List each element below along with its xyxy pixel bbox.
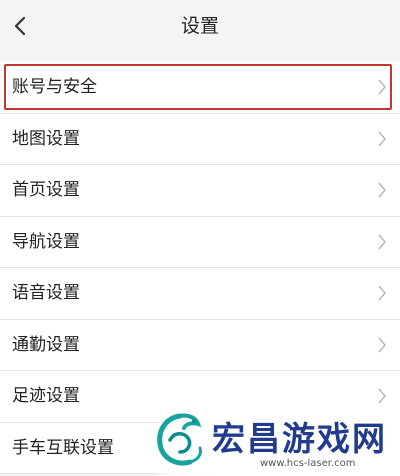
chevron-right-icon (378, 131, 386, 146)
settings-item-navigation[interactable]: 导航设置 (0, 216, 400, 268)
dragon-logo-icon (157, 413, 202, 466)
settings-item-home[interactable]: 首页设置 (0, 165, 400, 217)
chevron-right-icon (378, 182, 386, 198)
settings-item-label: 语音设置 (12, 283, 80, 303)
settings-item-label: 通勤设置 (12, 334, 80, 355)
settings-item-label: 首页设置 (12, 180, 80, 200)
watermark-brand: 宏昌游戏网 (212, 419, 387, 458)
chevron-right-icon (378, 388, 386, 404)
settings-item-map[interactable]: 地图设置 (0, 113, 400, 165)
chevron-right-icon (378, 285, 386, 301)
settings-item-label: 足迹设置 (12, 386, 80, 406)
settings-item-account-security[interactable]: 账号与安全 (0, 62, 400, 114)
page-title: 设置 (180, 15, 219, 37)
settings-item-commute[interactable]: 通勤设置 (0, 319, 400, 371)
chevron-right-icon (378, 337, 386, 352)
chevron-right-icon (378, 79, 386, 95)
watermark: 宏昌游戏网 www.hcs-laser.com (148, 408, 400, 476)
settings-item-label: 账号与安全 (12, 77, 97, 97)
chevron-right-icon (378, 234, 386, 249)
settings-item-label: 地图设置 (12, 128, 80, 149)
settings-item-voice[interactable]: 语音设置 (0, 268, 400, 320)
nav-header: 设置 (0, 0, 400, 52)
watermark-url: www.hcs-laser.com (260, 458, 356, 469)
settings-item-label: 导航设置 (12, 231, 80, 252)
settings-item-label: 手车互联设置 (12, 437, 114, 458)
